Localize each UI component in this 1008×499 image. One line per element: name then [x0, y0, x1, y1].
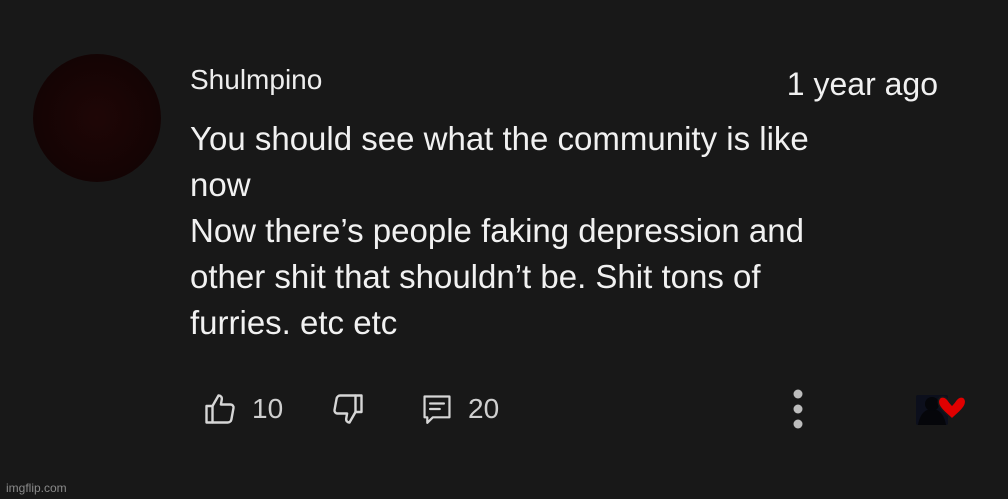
comment-line: Now there’s people faking depression and: [190, 212, 804, 249]
thumb-down-icon: [330, 391, 366, 427]
like-button[interactable]: 10: [202, 384, 283, 434]
comment-action-bar: 10 20: [0, 384, 1008, 434]
comment-reply-icon: [420, 391, 454, 427]
thumb-up-icon: [202, 391, 238, 427]
reply-button[interactable]: 20: [420, 384, 499, 434]
dislike-button[interactable]: [330, 384, 366, 434]
like-count: 10: [252, 393, 284, 424]
vertical-dots-icon: [786, 386, 810, 432]
avatar[interactable]: [33, 54, 161, 182]
comment-text: You should see what the community is lik…: [190, 116, 950, 346]
reply-count: 20: [468, 393, 500, 424]
creator-heart-icon: [914, 391, 974, 427]
comment-line: furries. etc etc: [190, 304, 398, 341]
comment-timestamp[interactable]: 1 year ago: [787, 66, 938, 103]
comment-line: now: [190, 166, 251, 203]
more-options-button[interactable]: [786, 384, 810, 434]
creator-heart: [914, 384, 974, 434]
comment-line: other shit that shouldn’t be. Shit tons …: [190, 258, 761, 295]
comment-author[interactable]: Shulmpino: [190, 64, 322, 96]
watermark: imgflip.com: [6, 481, 67, 495]
comment-line: You should see what the community is lik…: [190, 120, 809, 157]
